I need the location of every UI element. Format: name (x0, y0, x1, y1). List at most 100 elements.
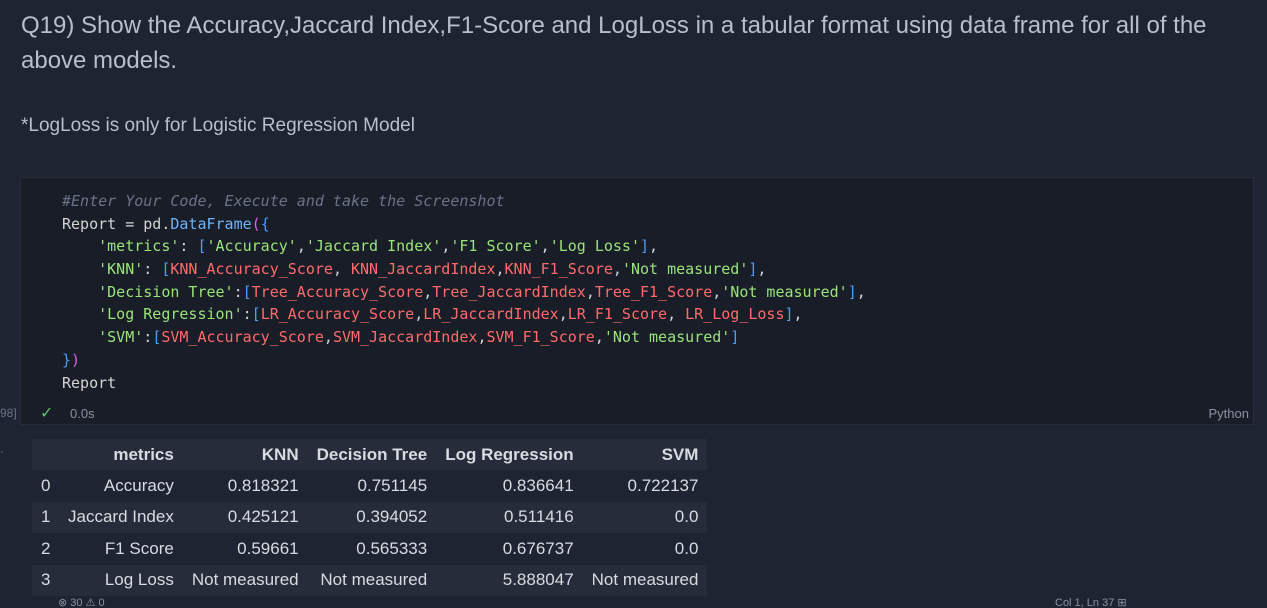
code-line[interactable]: 'SVM':[SVM_Accuracy_Score,SVM_JaccardInd… (62, 326, 866, 349)
table-cell: 5.888047 (502, 570, 574, 590)
code-token: 'Decision Tree' (98, 282, 234, 301)
table-header-row: metrics KNN Decision Tree Log Regression SVM (32, 439, 708, 470)
cursor-position[interactable]: Col 1, Ln 37 ⊞ (1055, 598, 1127, 608)
language-selector[interactable]: Python (1209, 406, 1249, 421)
code-token: LR_F1_Score (567, 305, 668, 324)
code-token: LR_Log_Loss (685, 305, 785, 324)
column-header: Decision Tree (316, 444, 428, 464)
code-token: : (242, 305, 252, 324)
check-icon: ✓ (40, 405, 54, 422)
table-cell: 0.0 (674, 538, 699, 558)
table-cell: 0.565333 (356, 538, 428, 558)
code-token: 'Jaccard Index' (305, 237, 442, 256)
table-cell: 0.676737 (502, 538, 574, 558)
code-token: , (441, 237, 451, 256)
table-cell: F1 Score (104, 538, 174, 558)
code-token: [ (152, 328, 162, 347)
code-token: [ (197, 237, 207, 256)
table-cell: Not measured (191, 570, 299, 590)
code-token: 'KNN' (98, 260, 144, 279)
code-line[interactable]: 'Log Regression':[LR_Accuracy_Score,LR_J… (62, 303, 866, 326)
code-token: } (62, 350, 72, 369)
code-token: : (233, 282, 243, 301)
column-header: metrics (113, 444, 174, 464)
table-row: 3 Log Loss Not measured Not measured 5.88804… (32, 564, 708, 596)
code-token: : (143, 328, 153, 347)
column-header: SVM (661, 444, 699, 464)
dataframe-table: metrics KNN Decision Tree Log Regression SVM… (32, 439, 708, 596)
code-token: ) (71, 350, 81, 369)
code-cell[interactable]: #Enter Your Code, Execute and take the S… (20, 177, 1254, 425)
code-token: , (540, 237, 550, 256)
table-cell: 0.394052 (356, 507, 428, 527)
code-line[interactable]: }) (62, 349, 866, 372)
code-line[interactable]: Report = pd.DataFrame({ (62, 213, 866, 236)
code-token: 'Log Regression' (98, 305, 243, 324)
code-token: SVM_JaccardIndex (332, 328, 478, 347)
code-line[interactable]: 'metrics': ['Accuracy','Jaccard Index','… (62, 235, 866, 258)
code-token: , (495, 260, 505, 279)
code-token: , (332, 260, 351, 279)
column-header (32, 439, 59, 470)
code-token: LR_Accuracy_Score (260, 305, 415, 324)
code-token: { (260, 214, 270, 233)
code-token: #Enter Your Code, Execute and take the S… (62, 192, 505, 210)
row-index: 3 (41, 570, 51, 590)
table-cell: Not measured (320, 570, 428, 590)
markdown-note: *LogLoss is only for Logistic Regression… (21, 115, 415, 136)
code-token: : (179, 237, 198, 256)
cell-status-row: 98] ✓ 0.0s Python (0, 403, 1267, 425)
code-token: 'Not measured' (721, 282, 848, 301)
row-index: 0 (41, 475, 51, 495)
code-token: KNN_F1_Score (504, 260, 613, 279)
table-row: 2 F1 Score 0.59661 0.565333 0.676737 0.0 (32, 533, 708, 565)
code-line[interactable]: 'KNN': [KNN_Accuracy_Score, KNN_JaccardI… (62, 258, 866, 281)
table-cell: Accuracy (103, 475, 174, 495)
code-token: ] (847, 282, 857, 301)
code-token: , (649, 237, 659, 256)
code-line[interactable]: Report (62, 372, 866, 395)
code-token: , (793, 305, 803, 324)
column-header: KNN (261, 444, 299, 464)
problems-indicator[interactable]: ⊗ 30 ⚠ 0 (58, 598, 105, 608)
code-token: Tree_JaccardIndex (432, 282, 586, 301)
execution-time: 0.0s (70, 406, 95, 421)
code-token: 'Accuracy' (206, 237, 297, 256)
table-cell: 0.751145 (357, 475, 428, 495)
code-token: , (667, 305, 686, 324)
output-marker: · (0, 444, 4, 458)
code-token: 'metrics' (98, 237, 180, 256)
table-cell: 0.818321 (227, 475, 299, 495)
table-cell: 0.511416 (504, 507, 574, 527)
code-line[interactable]: #Enter Your Code, Execute and take the S… (62, 190, 866, 213)
code-token: , (296, 237, 306, 256)
code-token: , (585, 282, 595, 301)
table-cell: 0.722137 (627, 475, 699, 495)
code-token: , (323, 328, 333, 347)
code-token: , (594, 328, 604, 347)
code-token: ] (784, 305, 794, 324)
code-token: Report = pd. (62, 214, 171, 233)
table-cell: 0.836641 (502, 475, 574, 495)
cell-output: metrics KNN Decision Tree Log Regression SVM… (32, 439, 708, 596)
row-index: 1 (41, 507, 51, 527)
code-token: , (423, 282, 433, 301)
code-token: KNN_Accuracy_Score (170, 260, 333, 279)
code-line[interactable]: 'Decision Tree':[Tree_Accuracy_Score,Tre… (62, 281, 866, 304)
code-token: , (712, 282, 722, 301)
code-token: ( (251, 214, 261, 233)
code-token: 'SVM' (98, 328, 144, 347)
table-cell: 0.59661 (237, 538, 299, 558)
code-token: , (612, 260, 622, 279)
markdown-heading: Q19) Show the Accuracy,Jaccard Index,F1-… (21, 12, 1207, 74)
code-editor[interactable]: #Enter Your Code, Execute and take the S… (62, 190, 866, 394)
table-cell: 0.0 (674, 507, 699, 527)
table-cell: Not measured (591, 570, 699, 590)
code-token: [ (242, 282, 252, 301)
code-token: ] (730, 328, 740, 347)
code-token: KNN_JaccardIndex (351, 260, 496, 279)
